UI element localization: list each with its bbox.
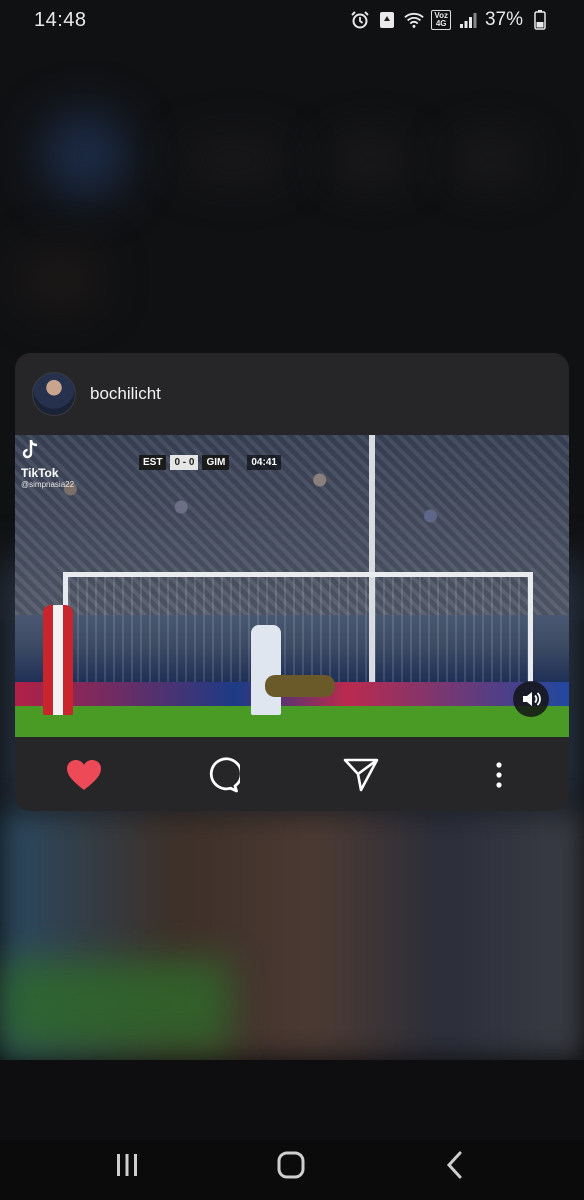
background-bottom-nav [0, 1060, 584, 1140]
wifi-icon [404, 10, 425, 30]
post-actions [15, 737, 569, 811]
status-icons: Voz 4G 37% [350, 9, 550, 31]
signal-icon [458, 10, 478, 30]
like-button[interactable] [66, 757, 102, 793]
system-nav-bar [0, 1130, 584, 1200]
video-goalkeeper [265, 675, 335, 697]
post-preview-card[interactable]: bochilicht TikTok @simpnasia22 EST 0 - 0… [15, 353, 569, 811]
tiktok-brand: TikTok [21, 466, 59, 480]
recent-apps-icon [117, 1154, 137, 1176]
comment-icon [209, 757, 240, 793]
home-icon [277, 1151, 305, 1179]
background-grass [0, 960, 230, 1050]
match-clock: 04:41 [247, 455, 281, 470]
background-text [330, 140, 410, 180]
avatar[interactable] [32, 372, 76, 416]
speaker-icon [523, 692, 541, 706]
score-away: GIM [202, 455, 230, 470]
alarm-icon [350, 10, 370, 30]
send-icon [343, 758, 379, 792]
background-text [450, 140, 530, 180]
notification-icon [377, 10, 397, 30]
background-text [180, 140, 290, 180]
tiktok-icon [22, 439, 38, 459]
background-avatar [40, 110, 130, 200]
username[interactable]: bochilicht [90, 384, 161, 404]
recent-apps-button[interactable] [110, 1148, 144, 1182]
battery-icon [530, 10, 550, 30]
video-player-striker [43, 605, 73, 715]
score-home: EST [139, 455, 167, 470]
video-goal [63, 572, 533, 687]
post-header: bochilicht [15, 353, 569, 435]
tiktok-handle: @simpnasia22 [21, 480, 75, 489]
video-player-defender [251, 625, 281, 715]
tiktok-watermark: TikTok @simpnasia22 [21, 439, 74, 489]
back-icon [446, 1151, 462, 1179]
comment-button[interactable] [204, 757, 240, 793]
status-time: 14:48 [34, 8, 87, 31]
heart-icon [67, 760, 101, 790]
status-bar: 14:48 Voz 4G 37% [0, 0, 584, 40]
battery-percent: 37% [484, 9, 523, 30]
share-button[interactable] [343, 757, 379, 793]
back-button[interactable] [438, 1148, 472, 1182]
video-pitch [15, 706, 569, 737]
background-thumb [20, 250, 100, 310]
scorebug: EST 0 - 0 GIM 04:41 [139, 455, 281, 470]
more-vertical-icon [496, 762, 502, 788]
volte-icon: Voz 4G [431, 10, 451, 30]
score-value: 0 - 0 [170, 455, 199, 470]
sound-toggle-button[interactable] [513, 681, 549, 717]
video-player[interactable]: TikTok @simpnasia22 EST 0 - 0 GIM 04:41 [15, 435, 569, 737]
volte-bottom-label: 4G [435, 19, 447, 28]
home-button[interactable] [274, 1148, 308, 1182]
more-options-button[interactable] [481, 757, 517, 793]
